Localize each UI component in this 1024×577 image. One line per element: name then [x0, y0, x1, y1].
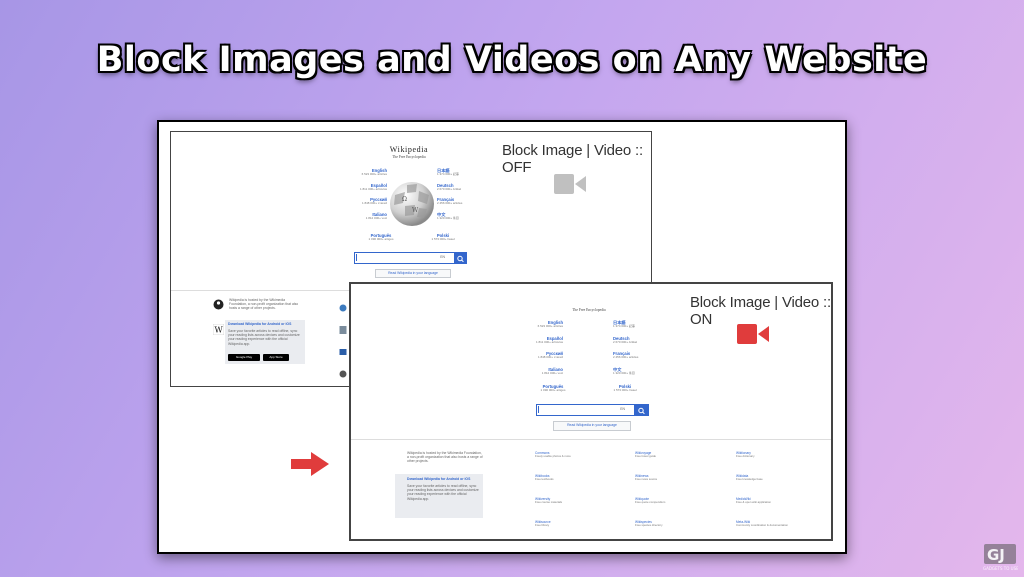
download-app-promo: Download Wikipedia for Android or iOS Sa…	[225, 320, 305, 364]
lang-count: 1 320 000+ 条目	[437, 215, 459, 220]
lang-count: 1 811 000+ artículos	[535, 339, 563, 344]
google-play-badge[interactable]: Google Play	[228, 354, 260, 361]
download-app-promo: Download Wikipedia for Android or iOS Sa…	[395, 474, 483, 518]
project-wikinews[interactable]: Wikinews Free news source	[635, 474, 695, 481]
wikimedia-logo-icon	[213, 297, 224, 315]
block-status-off-label: Block Image | Video :: OFF	[502, 142, 643, 176]
lang-count: 1 812 000+ voci	[365, 215, 387, 220]
svg-text:GJ: GJ	[987, 546, 1005, 564]
lang-bottom-left: Português 1 090 000+ artigos	[531, 384, 575, 393]
project-wikispecies[interactable]: Wikispecies Free species directory	[635, 520, 695, 527]
wiki-globe-logo: Ω W	[389, 179, 435, 232]
panel-block-on: Block Image | Video :: ON The Free Encyc…	[350, 283, 832, 540]
project-wikiquote[interactable]: Wikiquote Free quote compendium	[635, 497, 695, 504]
lang-count: 1 090 000+ artigos	[368, 237, 394, 241]
hosted-by-text: Wikipedia is hosted by the Wikimedia Fou…	[229, 298, 299, 311]
lang-count: 6 523 000+ articles	[361, 172, 387, 176]
search-button[interactable]	[454, 252, 467, 264]
red-arrow-icon	[289, 450, 331, 483]
project-desc: Free species directory	[635, 523, 663, 527]
search-icon	[638, 407, 645, 415]
lang-count: 1 374 000+ 記事	[437, 172, 459, 176]
text-cursor	[538, 406, 539, 413]
project-wikiversity[interactable]: Wikiversity Free course materials	[535, 497, 595, 504]
gadgets-to-use-watermark-logo: GJ GADGETS TO USE	[982, 544, 1019, 577]
project-wikidata[interactable]: Wikidata Free knowledge base	[736, 474, 806, 481]
lang-count: 1 812 000+ voci	[541, 370, 563, 375]
project-wikibooks[interactable]: Wikibooks Free textbooks	[535, 474, 595, 481]
lang-count: 2 456 000+ articles	[613, 355, 639, 360]
lang-count: 2 456 000+ articles	[437, 201, 463, 206]
lang-count: 1 374 000+ 記事	[613, 324, 635, 328]
lang-col-left: English 6 523 000+ articles Español 1 81…	[519, 320, 563, 375]
wiki-tagline: The Free Encyclopedia	[572, 308, 606, 312]
project-desc: Freely usable photos & more	[535, 454, 571, 458]
search-lang-select[interactable]: EN	[440, 255, 445, 259]
project-commons[interactable]: Commons Freely usable photos & more	[535, 451, 595, 458]
wiki-search-input[interactable]: EN	[354, 252, 456, 264]
project-desc: Free travel guide	[635, 454, 656, 458]
hosted-by-text: Wikipedia is hosted by the Wikimedia Fou…	[407, 451, 483, 464]
lang-count: 1 573 000+ haseł	[431, 237, 455, 241]
lang-count: 1 320 000+ 条目	[613, 370, 635, 375]
project-desc: Free news source	[635, 477, 658, 481]
download-title[interactable]: Download Wikipedia for Android or iOS	[407, 477, 481, 481]
project-desc: Free knowledge base	[736, 477, 763, 481]
project-desc: Free library	[535, 523, 550, 527]
footer-divider	[351, 439, 831, 440]
project-wikivoyage[interactable]: Wikivoyage Free travel guide	[635, 451, 695, 458]
project-icon-wikiversity	[339, 344, 347, 355]
project-icon-commons	[339, 300, 347, 312]
app-store-badge[interactable]: App Store	[263, 354, 289, 361]
lang-count: 1 848 000+ статей	[537, 355, 563, 360]
read-in-language-button[interactable]: Read Wikipedia in your language	[553, 421, 631, 431]
text-cursor	[356, 254, 357, 261]
project-icon-wikisource	[339, 366, 347, 378]
project-desc: Free quote compendium	[635, 500, 666, 504]
download-title[interactable]: Download Wikipedia for Android or iOS	[228, 322, 302, 326]
project-mediawiki[interactable]: MediaWiki Free & open wiki application	[736, 497, 806, 504]
headline: Block Images and Videos on Any Website	[96, 40, 928, 80]
svg-text:Ω: Ω	[402, 196, 407, 203]
lang-bottom-right: Polski 1 573 000+ haseł	[603, 384, 647, 393]
project-wikisource[interactable]: Wikisource Free library	[535, 520, 595, 527]
svg-text:W: W	[215, 326, 224, 335]
project-desc: Free & open wiki application	[736, 500, 771, 504]
project-desc: Community coordination & documentation	[736, 523, 788, 527]
lang-count: 1 848 000+ статей	[361, 201, 387, 206]
read-in-language-button[interactable]: Read Wikipedia in your language	[375, 269, 451, 278]
search-lang-select[interactable]: EN	[620, 407, 625, 411]
svg-text:GADGETS TO USE: GADGETS TO USE	[983, 566, 1018, 571]
lang-bottom-right: Polski 1 573 000+ haseł	[423, 233, 463, 242]
lang-count: 2 670 000+ Artikel	[613, 339, 638, 344]
lang-count: 6 523 000+ articles	[537, 324, 563, 328]
project-meta-wiki[interactable]: Meta-Wiki Community coordination & docum…	[736, 520, 816, 527]
video-camera-icon-on	[735, 322, 771, 351]
svg-text:W: W	[412, 207, 419, 214]
lang-col-right: 日本語 1 374 000+ 記事 Deutsch 2 670 000+ Art…	[437, 168, 477, 220]
lang-col-left: English 6 523 000+ articles Español 1 81…	[347, 168, 387, 220]
project-icon-wikibooks	[339, 322, 347, 334]
lang-count: 1 090 000+ artigos	[540, 388, 566, 392]
project-wiktionary[interactable]: Wiktionary Free dictionary	[736, 451, 806, 458]
search-icon	[457, 255, 464, 263]
project-desc: Free textbooks	[535, 477, 554, 481]
video-camera-icon-off	[552, 172, 588, 201]
wiki-wordmark: Wikipedia	[389, 145, 429, 154]
project-desc: Free dictionary	[736, 454, 755, 458]
wikipedia-app-icon: W	[212, 322, 225, 340]
lang-count: 1 811 000+ artículos	[359, 186, 387, 191]
project-desc: Free course materials	[535, 500, 563, 504]
download-text: Save your favorite articles to read offl…	[407, 484, 479, 501]
lang-count: 2 670 000+ Artikel	[437, 186, 462, 191]
lang-bottom-left: Português 1 090 000+ artigos	[361, 233, 401, 242]
wiki-tagline: The Free Encyclopedia	[392, 155, 426, 159]
lang-col-right: 日本語 1 374 000+ 記事 Deutsch 2 670 000+ Art…	[613, 320, 657, 375]
wiki-search-input[interactable]: EN	[536, 404, 636, 416]
search-button[interactable]	[634, 404, 649, 416]
lang-count: 1 573 000+ haseł	[613, 388, 637, 392]
download-text: Save your favorite articles to read offl…	[228, 329, 300, 346]
